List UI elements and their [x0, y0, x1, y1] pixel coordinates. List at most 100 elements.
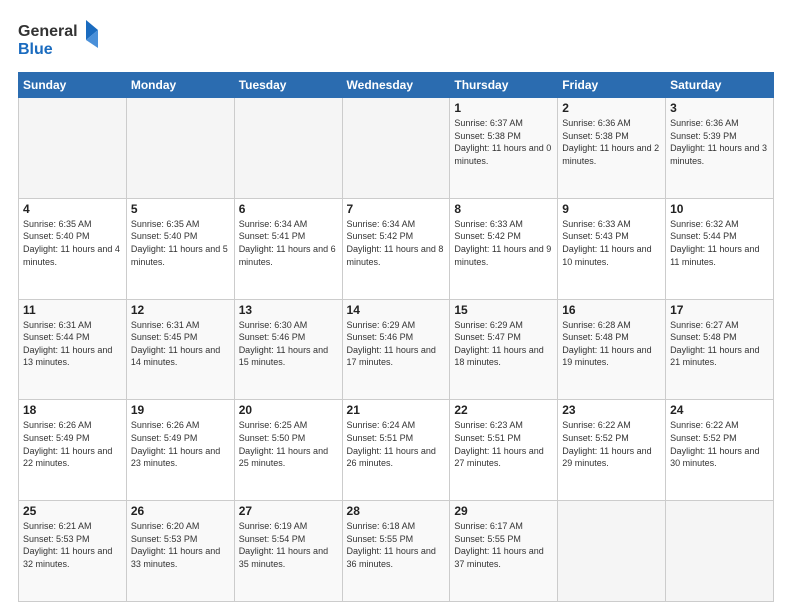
- day-number: 5: [131, 202, 230, 216]
- calendar-cell: 20 Sunrise: 6:25 AM Sunset: 5:50 PM Dayli…: [234, 400, 342, 501]
- day-info: Sunrise: 6:34 AM Sunset: 5:42 PM Dayligh…: [347, 218, 446, 268]
- day-number: 9: [562, 202, 661, 216]
- calendar-cell: 2 Sunrise: 6:36 AM Sunset: 5:38 PM Daylig…: [558, 98, 666, 199]
- svg-text:General: General: [18, 23, 78, 40]
- day-info: Sunrise: 6:31 AM Sunset: 5:45 PM Dayligh…: [131, 319, 230, 369]
- calendar-cell: 9 Sunrise: 6:33 AM Sunset: 5:43 PM Daylig…: [558, 198, 666, 299]
- day-number: 12: [131, 303, 230, 317]
- calendar-cell: 4 Sunrise: 6:35 AM Sunset: 5:40 PM Daylig…: [19, 198, 127, 299]
- day-info: Sunrise: 6:29 AM Sunset: 5:47 PM Dayligh…: [454, 319, 553, 369]
- day-info: Sunrise: 6:29 AM Sunset: 5:46 PM Dayligh…: [347, 319, 446, 369]
- day-number: 22: [454, 403, 553, 417]
- day-info: Sunrise: 6:31 AM Sunset: 5:44 PM Dayligh…: [23, 319, 122, 369]
- day-info: Sunrise: 6:26 AM Sunset: 5:49 PM Dayligh…: [131, 419, 230, 469]
- day-number: 4: [23, 202, 122, 216]
- day-number: 18: [23, 403, 122, 417]
- day-number: 15: [454, 303, 553, 317]
- calendar-cell: 8 Sunrise: 6:33 AM Sunset: 5:42 PM Daylig…: [450, 198, 558, 299]
- day-info: Sunrise: 6:28 AM Sunset: 5:48 PM Dayligh…: [562, 319, 661, 369]
- day-header-friday: Friday: [558, 73, 666, 98]
- day-info: Sunrise: 6:36 AM Sunset: 5:38 PM Dayligh…: [562, 117, 661, 167]
- calendar-cell: 14 Sunrise: 6:29 AM Sunset: 5:46 PM Dayli…: [342, 299, 450, 400]
- calendar-cell: 1 Sunrise: 6:37 AM Sunset: 5:38 PM Daylig…: [450, 98, 558, 199]
- calendar-cell: [234, 98, 342, 199]
- day-info: Sunrise: 6:32 AM Sunset: 5:44 PM Dayligh…: [670, 218, 769, 268]
- day-info: Sunrise: 6:35 AM Sunset: 5:40 PM Dayligh…: [23, 218, 122, 268]
- calendar-cell: 25 Sunrise: 6:21 AM Sunset: 5:53 PM Dayli…: [19, 501, 127, 602]
- day-info: Sunrise: 6:33 AM Sunset: 5:43 PM Dayligh…: [562, 218, 661, 268]
- day-header-sunday: Sunday: [19, 73, 127, 98]
- day-number: 11: [23, 303, 122, 317]
- logo-icon: GeneralBlue: [18, 18, 98, 62]
- calendar-cell: [19, 98, 127, 199]
- calendar-cell: 28 Sunrise: 6:18 AM Sunset: 5:55 PM Dayli…: [342, 501, 450, 602]
- calendar-cell: 10 Sunrise: 6:32 AM Sunset: 5:44 PM Dayli…: [666, 198, 774, 299]
- calendar-cell: 13 Sunrise: 6:30 AM Sunset: 5:46 PM Dayli…: [234, 299, 342, 400]
- calendar-cell: 5 Sunrise: 6:35 AM Sunset: 5:40 PM Daylig…: [126, 198, 234, 299]
- day-info: Sunrise: 6:20 AM Sunset: 5:53 PM Dayligh…: [131, 520, 230, 570]
- day-info: Sunrise: 6:34 AM Sunset: 5:41 PM Dayligh…: [239, 218, 338, 268]
- day-info: Sunrise: 6:22 AM Sunset: 5:52 PM Dayligh…: [670, 419, 769, 469]
- day-number: 26: [131, 504, 230, 518]
- calendar-cell: 24 Sunrise: 6:22 AM Sunset: 5:52 PM Dayli…: [666, 400, 774, 501]
- day-info: Sunrise: 6:37 AM Sunset: 5:38 PM Dayligh…: [454, 117, 553, 167]
- day-info: Sunrise: 6:22 AM Sunset: 5:52 PM Dayligh…: [562, 419, 661, 469]
- day-info: Sunrise: 6:19 AM Sunset: 5:54 PM Dayligh…: [239, 520, 338, 570]
- day-number: 6: [239, 202, 338, 216]
- day-info: Sunrise: 6:33 AM Sunset: 5:42 PM Dayligh…: [454, 218, 553, 268]
- day-number: 29: [454, 504, 553, 518]
- day-number: 28: [347, 504, 446, 518]
- day-header-wednesday: Wednesday: [342, 73, 450, 98]
- calendar-cell: 23Sunrise: 6:22 AM Sunset: 5:52 PM Dayli…: [558, 400, 666, 501]
- day-number: 25: [23, 504, 122, 518]
- day-info: Sunrise: 6:21 AM Sunset: 5:53 PM Dayligh…: [23, 520, 122, 570]
- day-info: Sunrise: 6:35 AM Sunset: 5:40 PM Dayligh…: [131, 218, 230, 268]
- calendar-cell: 16 Sunrise: 6:28 AM Sunset: 5:48 PM Dayli…: [558, 299, 666, 400]
- day-number: 16: [562, 303, 661, 317]
- calendar-cell: 21 Sunrise: 6:24 AM Sunset: 5:51 PM Dayli…: [342, 400, 450, 501]
- svg-text:Blue: Blue: [18, 41, 53, 58]
- day-info: Sunrise: 6:30 AM Sunset: 5:46 PM Dayligh…: [239, 319, 338, 369]
- calendar-cell: 22 Sunrise: 6:23 AM Sunset: 5:51 PM Dayli…: [450, 400, 558, 501]
- day-number: 8: [454, 202, 553, 216]
- calendar-cell: [558, 501, 666, 602]
- day-number: 7: [347, 202, 446, 216]
- day-header-monday: Monday: [126, 73, 234, 98]
- day-info: Sunrise: 6:25 AM Sunset: 5:50 PM Dayligh…: [239, 419, 338, 469]
- day-info: Sunrise: 6:17 AM Sunset: 5:55 PM Dayligh…: [454, 520, 553, 570]
- logo: GeneralBlue: [18, 18, 98, 62]
- day-number: 20: [239, 403, 338, 417]
- day-number: 19: [131, 403, 230, 417]
- calendar-cell: 11 Sunrise: 6:31 AM Sunset: 5:44 PM Dayli…: [19, 299, 127, 400]
- day-number: 21: [347, 403, 446, 417]
- day-info: Sunrise: 6:24 AM Sunset: 5:51 PM Dayligh…: [347, 419, 446, 469]
- calendar-cell: 3 Sunrise: 6:36 AM Sunset: 5:39 PM Daylig…: [666, 98, 774, 199]
- day-number: 13: [239, 303, 338, 317]
- day-info: Sunrise: 6:27 AM Sunset: 5:48 PM Dayligh…: [670, 319, 769, 369]
- calendar-cell: 26 Sunrise: 6:20 AM Sunset: 5:53 PM Dayli…: [126, 501, 234, 602]
- day-number: 1: [454, 101, 553, 115]
- day-header-tuesday: Tuesday: [234, 73, 342, 98]
- calendar-cell: 29 Sunrise: 6:17 AM Sunset: 5:55 PM Dayli…: [450, 501, 558, 602]
- day-info: Sunrise: 6:26 AM Sunset: 5:49 PM Dayligh…: [23, 419, 122, 469]
- day-number: 27: [239, 504, 338, 518]
- calendar-cell: 18 Sunrise: 6:26 AM Sunset: 5:49 PM Dayli…: [19, 400, 127, 501]
- day-number: 10: [670, 202, 769, 216]
- day-number: 14: [347, 303, 446, 317]
- calendar: SundayMondayTuesdayWednesdayThursdayFrid…: [18, 72, 774, 602]
- calendar-cell: 19 Sunrise: 6:26 AM Sunset: 5:49 PM Dayli…: [126, 400, 234, 501]
- day-number: 3: [670, 101, 769, 115]
- calendar-cell: 15 Sunrise: 6:29 AM Sunset: 5:47 PM Dayli…: [450, 299, 558, 400]
- day-header-saturday: Saturday: [666, 73, 774, 98]
- day-number: 24: [670, 403, 769, 417]
- calendar-cell: 6 Sunrise: 6:34 AM Sunset: 5:41 PM Daylig…: [234, 198, 342, 299]
- day-info: Sunrise: 6:18 AM Sunset: 5:55 PM Dayligh…: [347, 520, 446, 570]
- day-header-thursday: Thursday: [450, 73, 558, 98]
- day-number: 2: [562, 101, 661, 115]
- calendar-cell: 7 Sunrise: 6:34 AM Sunset: 5:42 PM Daylig…: [342, 198, 450, 299]
- calendar-cell: [342, 98, 450, 199]
- day-info: Sunrise: 6:23 AM Sunset: 5:51 PM Dayligh…: [454, 419, 553, 469]
- calendar-cell: 12 Sunrise: 6:31 AM Sunset: 5:45 PM Dayli…: [126, 299, 234, 400]
- calendar-cell: 27 Sunrise: 6:19 AM Sunset: 5:54 PM Dayli…: [234, 501, 342, 602]
- day-info: Sunrise: 6:36 AM Sunset: 5:39 PM Dayligh…: [670, 117, 769, 167]
